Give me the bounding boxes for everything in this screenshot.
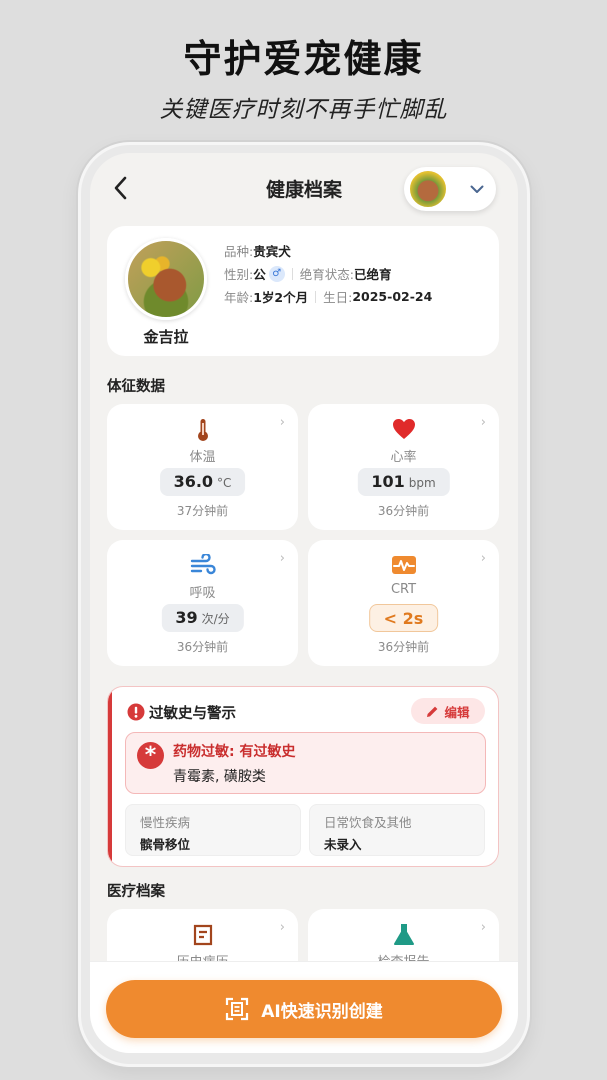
records-section-title: 医疗档案: [107, 884, 165, 900]
gender-label: 性别:: [224, 267, 254, 282]
diet-label: 日常饮食及其他: [324, 815, 412, 830]
divider: [291, 267, 293, 280]
pulse-icon: [391, 556, 416, 574]
pet-name: 金吉拉: [143, 328, 189, 346]
allergy-title: 过敏史与警示: [149, 706, 236, 722]
breed-value: 贵宾犬: [253, 244, 291, 259]
vital-time: 37分钟前: [176, 504, 229, 518]
neuter-value: 已绝育: [353, 267, 392, 282]
vital-unit: 次/分: [201, 612, 230, 626]
vital-card-crt[interactable]: › CRT < 2s 36分钟前: [308, 540, 499, 666]
pet-info: 品种: 贵宾犬 性别: 公 ♂ 绝育状态: 已绝育 年龄: 1岁2个月 生日: …: [224, 239, 432, 308]
chevron-down-icon: [470, 185, 484, 193]
age-label: 年龄:: [224, 290, 254, 305]
vital-unit: bpm: [408, 476, 436, 490]
ai-create-button[interactable]: AI快速识别创建: [106, 980, 502, 1038]
pencil-icon: [427, 706, 438, 717]
allergy-card: 过敏史与警示 编辑 * 药物过敏: 有过敏史 青霉素, 磺胺类 慢性疾病 髌骨移…: [107, 686, 499, 867]
vital-time: 36分钟前: [176, 640, 229, 654]
vital-value: 36.0: [173, 472, 214, 491]
birthday-value: 2025-02-24: [352, 289, 433, 304]
pet-profile-card: 金吉拉 品种: 贵宾犬 性别: 公 ♂ 绝育状态: 已绝育 年龄: 1岁2个月 …: [107, 226, 499, 356]
vital-value: < 2s: [383, 609, 424, 628]
age-value: 1岁2个月: [253, 290, 309, 305]
thermometer-icon: [197, 419, 208, 441]
flask-icon: [393, 924, 414, 945]
breed-label: 品种:: [224, 244, 254, 259]
drug-allergy-title: 药物过敏: 有过敏史: [173, 744, 296, 760]
male-icon: ♂: [268, 265, 285, 282]
diet-value: 未录入: [324, 837, 362, 852]
vital-card-temperature[interactable]: › 体温 36.0 °C 37分钟前: [107, 404, 298, 530]
chronic-label: 慢性疾病: [140, 815, 191, 830]
vital-value-pill: 39 次/分: [161, 604, 244, 632]
vital-value: 39: [175, 608, 198, 627]
medical-record-icon: [193, 924, 212, 946]
birthday-label: 生日:: [323, 290, 353, 305]
scan-icon: [226, 997, 249, 1021]
alert-icon: [127, 703, 145, 721]
promo-title: 守护爱宠健康: [183, 37, 424, 81]
heart-icon: [392, 419, 415, 439]
drug-allergy-detail: 青霉素, 磺胺类: [173, 769, 266, 785]
vital-name: 体温: [189, 450, 216, 465]
alert-bar: [108, 687, 112, 866]
divider: [315, 290, 317, 303]
vital-value-pill: < 2s: [368, 604, 439, 632]
vital-name: 心率: [390, 450, 417, 465]
vital-value: 101: [371, 472, 405, 491]
ai-create-label: AI快速识别创建: [261, 1001, 383, 1022]
wind-icon: [190, 554, 216, 575]
edit-button[interactable]: 编辑: [411, 698, 485, 724]
pet-switcher[interactable]: [404, 167, 496, 211]
gender-value: 公: [253, 267, 266, 282]
vital-card-respiration[interactable]: › 呼吸 39 次/分 36分钟前: [107, 540, 298, 666]
bottom-bar: AI快速识别创建: [90, 961, 518, 1053]
chronic-disease-box: 慢性疾病 髌骨移位: [125, 804, 301, 856]
vital-time: 36分钟前: [377, 640, 430, 654]
pet-avatar: [125, 238, 207, 320]
vitals-section-title: 体征数据: [107, 379, 165, 395]
edit-label: 编辑: [444, 704, 470, 720]
vital-value-pill: 101 bpm: [357, 468, 450, 496]
vital-card-heart-rate[interactable]: › 心率 101 bpm 36分钟前: [308, 404, 499, 530]
vital-unit: °C: [217, 476, 232, 490]
vital-name: CRT: [390, 582, 417, 597]
chronic-value: 髌骨移位: [140, 837, 191, 852]
promo-subtitle: 关键医疗时刻不再手忙脚乱: [159, 97, 448, 123]
app-screen: 健康档案 金吉拉 品种: 贵宾犬 性别: 公 ♂ 绝育状态: 已绝育 年龄: 1…: [90, 153, 518, 1053]
diet-box: 日常饮食及其他 未录入: [309, 804, 485, 856]
vital-value-pill: 36.0 °C: [159, 468, 246, 496]
vital-time: 36分钟前: [377, 504, 430, 518]
neuter-label: 绝育状态:: [299, 267, 354, 282]
drug-allergy-box: * 药物过敏: 有过敏史 青霉素, 磺胺类: [125, 732, 486, 794]
asterisk-icon: *: [137, 742, 164, 769]
pet-avatar-small: [408, 169, 448, 209]
vital-name: 呼吸: [189, 586, 216, 601]
